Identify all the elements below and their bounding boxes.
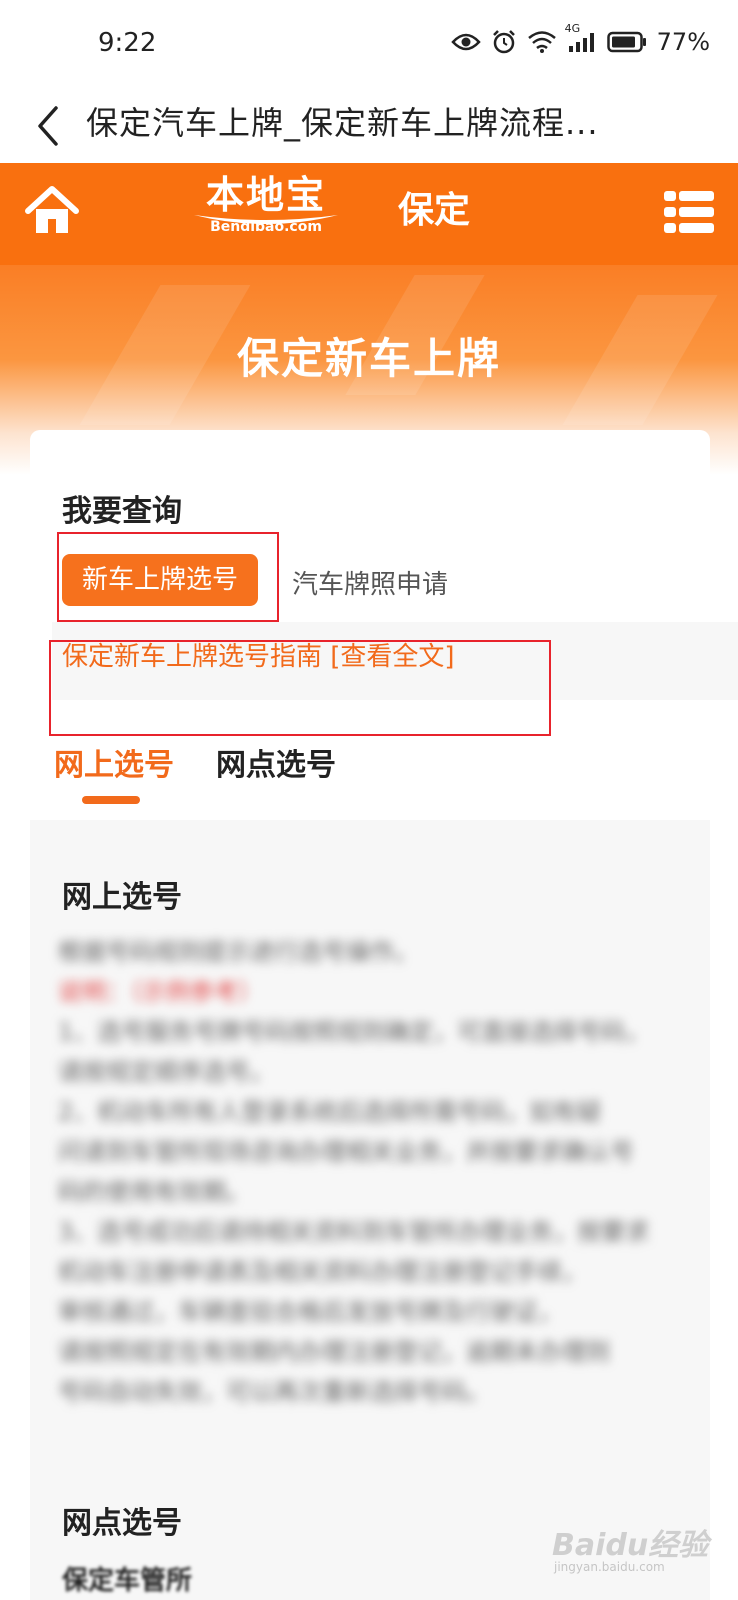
highlight-box [49, 640, 551, 736]
blurred-line: 机动车注册申请表及相关资料办理注册登记手续， [58, 1258, 586, 1286]
menu-icon[interactable] [664, 189, 714, 235]
back-arrow-icon[interactable] [30, 102, 70, 150]
tab-bar: 网上选号 网点选号 [54, 732, 694, 812]
query-label: 我要查询 [62, 494, 182, 529]
home-icon[interactable] [24, 185, 80, 237]
blurred-paragraph: 根据号码规则提示进行选号操作。 说明：（示例参考） 1、选号服务号牌号码按照规则… [58, 932, 678, 1412]
battery-icon [606, 31, 647, 53]
tab-outlet-selection[interactable]: 网点选号 [216, 740, 336, 784]
section-title-outlet: 网点选号 [62, 1506, 182, 1541]
baidu-watermark: Baidu经验 jingyan.baidu.com [552, 1516, 712, 1574]
eye-icon [450, 32, 481, 52]
status-bar: 9:22 4G 77% [0, 0, 738, 90]
main-card: 我要查询 新车上牌选号 汽车牌照申请 保定新车上牌选号指南 [查看全文] 网上选… [30, 430, 738, 1600]
status-icons: 4G 77% [450, 22, 710, 56]
tab-online-selection[interactable]: 网上选号 [54, 740, 174, 784]
blurred-line: 2、机动车所有人登录系统后选择所需号码，如有疑 [58, 1098, 602, 1126]
option-plate-application[interactable]: 汽车牌照申请 [292, 564, 448, 601]
blurred-line: 请按规定顺序选号。 [58, 1058, 274, 1086]
wifi-icon [527, 30, 557, 54]
content-panel: 网上选号 根据号码规则提示进行选号操作。 说明：（示例参考） 1、选号服务号牌号… [30, 820, 710, 1600]
section-title-online: 网上选号 [62, 880, 182, 915]
hero-title: 保定新车上牌 [236, 334, 501, 383]
status-time: 9:22 [98, 28, 157, 58]
blurred-line: 请按照规定在有效期内办理注册登记，逾期未办理则 [58, 1338, 610, 1366]
watermark-text: Baidu经验 [552, 1528, 709, 1563]
blurred-line: 审核通过，车辆查验合格后发放号牌及行驶证， [58, 1298, 562, 1326]
watermark-sub: jingyan.baidu.com [554, 1560, 665, 1574]
outlet-subtitle: 保定车管所 [62, 1566, 193, 1596]
cellular-signal-icon: 4G [565, 22, 597, 54]
battery-percent: 77% [656, 28, 710, 56]
blurred-line: 问请到车管所现场咨询办理相关业务，并按要求确认号 [58, 1138, 634, 1166]
blurred-line: 根据号码规则提示进行选号操作。 [58, 938, 418, 966]
network-type: 4G [564, 22, 581, 35]
page-title: 保定汽车上牌_保定新车上牌流程... [86, 104, 599, 142]
blurred-line: 说明：（示例参考） [58, 978, 262, 1006]
logo-swoosh-icon [194, 215, 338, 224]
blurred-line: 号码自动失效，可以再次重新选择号码。 [58, 1378, 490, 1406]
blurred-line: 码的使用有效期。 [58, 1178, 250, 1206]
alarm-icon [491, 29, 517, 55]
site-logo[interactable]: 本地宝 Bendibao.com [186, 173, 346, 253]
blurred-line: 1、选号服务号牌号码按照规则确定，可直接选择号码， [58, 1018, 650, 1046]
tab-active-indicator [82, 796, 140, 804]
blurred-line: 3、选号成功后请持相关资料到车管所办理业务，按要求 [58, 1218, 650, 1246]
site-header: 本地宝 Bendibao.com 保定 [0, 163, 738, 265]
title-bar: 保定汽车上牌_保定新车上牌流程... [0, 90, 738, 162]
city-name[interactable]: 保定 [398, 181, 470, 233]
option-new-car-plate-selection[interactable]: 新车上牌选号 [62, 554, 258, 606]
